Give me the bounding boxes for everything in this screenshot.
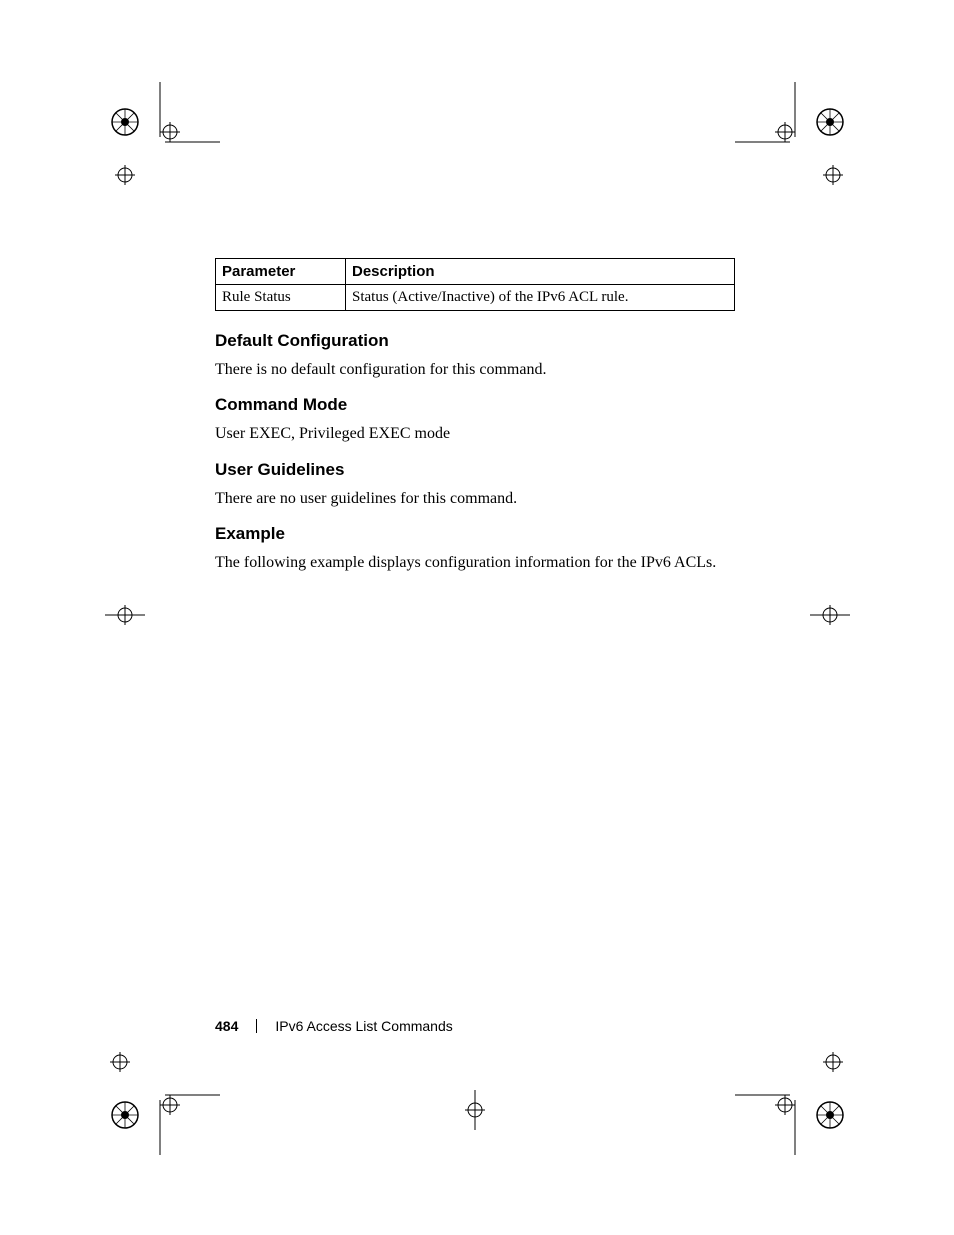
cropmark-top-right — [735, 82, 855, 202]
text-user-guidelines: There are no user guidelines for this co… — [215, 488, 735, 510]
text-command-mode: User EXEC, Privileged EXEC mode — [215, 423, 735, 445]
chapter-title: IPv6 Access List Commands — [275, 1018, 452, 1034]
footer-separator — [256, 1019, 257, 1033]
page-number: 484 — [215, 1018, 238, 1034]
td-param: Rule Status — [216, 285, 346, 311]
td-desc: Status (Active/Inactive) of the IPv6 ACL… — [346, 285, 735, 311]
parameter-table: Parameter Description Rule Status Status… — [215, 258, 735, 311]
cropmark-bottom-left — [100, 1035, 220, 1155]
heading-example: Example — [215, 524, 735, 544]
text-example: The following example displays configura… — [215, 552, 735, 574]
cropmark-bottom-right — [735, 1035, 855, 1155]
cropmark-top-left-lower — [95, 155, 155, 195]
cropmark-bottom-right-upper — [808, 1042, 858, 1082]
th-parameter: Parameter — [216, 259, 346, 285]
page-content: Parameter Description Rule Status Status… — [215, 258, 735, 581]
cropmark-mid-left — [100, 595, 150, 635]
text-default-config: There is no default configuration for th… — [215, 359, 735, 381]
heading-default-config: Default Configuration — [215, 331, 735, 351]
heading-user-guidelines: User Guidelines — [215, 460, 735, 480]
table-row: Rule Status Status (Active/Inactive) of … — [216, 285, 735, 311]
heading-command-mode: Command Mode — [215, 395, 735, 415]
th-description: Description — [346, 259, 735, 285]
cropmark-mid-right — [805, 595, 855, 635]
cropmark-top-right-lower — [808, 155, 858, 195]
cropmark-top-left — [100, 82, 220, 202]
table-header-row: Parameter Description — [216, 259, 735, 285]
cropmark-bottom-left-upper — [95, 1042, 145, 1082]
cropmark-bottom-center — [450, 1090, 500, 1130]
page-footer: 484 IPv6 Access List Commands — [215, 1018, 453, 1034]
